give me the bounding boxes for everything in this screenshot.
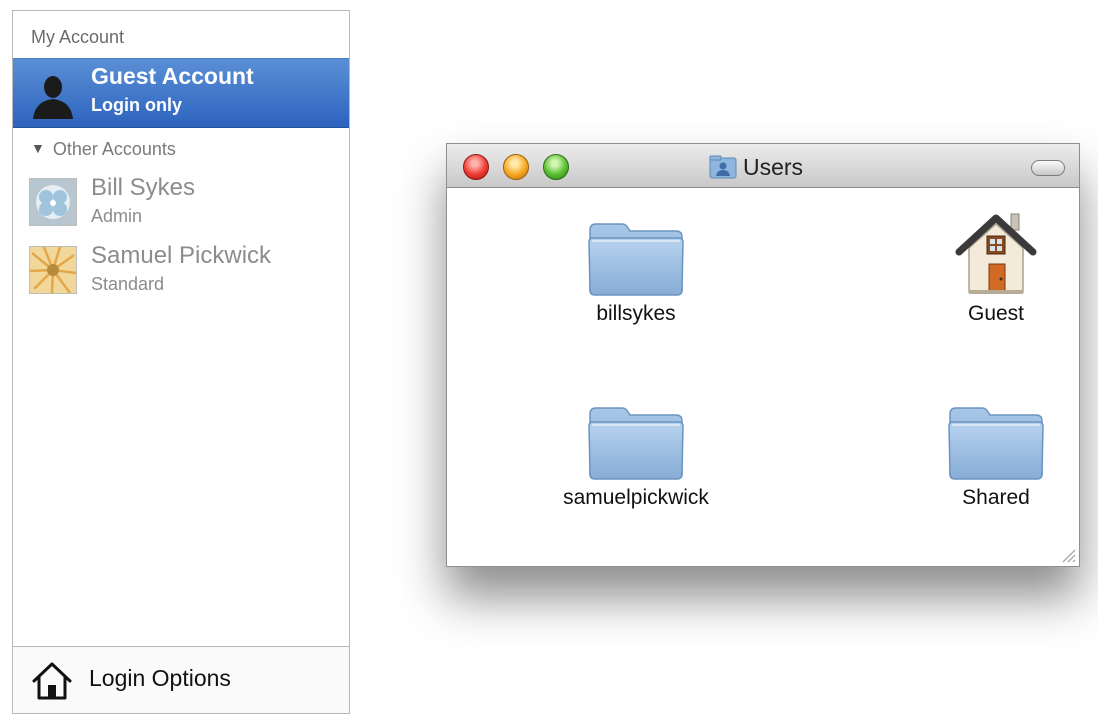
close-button[interactable] [463, 154, 489, 180]
account-name: Samuel Pickwick [91, 242, 272, 269]
my-account-header: My Account [31, 27, 125, 47]
account-name: Bill Sykes [91, 174, 196, 201]
item-label: billsykes [596, 302, 676, 325]
folder-item-shared[interactable]: Shared [896, 400, 1096, 510]
account-role: Login only [91, 95, 182, 115]
resize-grip-icon[interactable] [1058, 545, 1076, 563]
account-role: Admin [91, 206, 143, 226]
item-label: Guest [967, 302, 1025, 325]
login-options-label: Login Options [89, 665, 231, 691]
folder-icon [586, 400, 686, 480]
folder-icon [586, 216, 686, 296]
account-row-guest[interactable]: Guest Account Login only [13, 58, 349, 128]
snowflake-avatar-icon [30, 179, 76, 225]
folder-icon [946, 400, 1046, 480]
accounts-panel: My Account Guest Account Login only ▼ Oth… [12, 10, 350, 714]
account-row-samuel-pickwick[interactable]: Samuel Pickwick Standard [13, 242, 349, 306]
minimize-button[interactable] [503, 154, 529, 180]
avatar [29, 246, 77, 294]
folder-item-billsykes[interactable]: billsykes [536, 216, 736, 326]
item-label: Shared [962, 486, 1030, 509]
account-role: Standard [91, 274, 165, 294]
item-label: samuelpickwick [563, 486, 709, 509]
other-accounts-header[interactable]: ▼ Other Accounts [31, 139, 176, 160]
login-options-button[interactable]: Login Options [13, 646, 349, 713]
flower-avatar-icon [30, 247, 76, 293]
folder-item-guest[interactable]: Guest [896, 206, 1096, 326]
account-name: Guest Account [91, 63, 254, 89]
users-folder-icon [709, 155, 737, 179]
house-icon [32, 662, 72, 700]
account-row-bill-sykes[interactable]: Bill Sykes Admin [13, 174, 349, 238]
folder-item-samuelpickwick[interactable]: samuelpickwick [536, 400, 736, 510]
avatar [29, 178, 77, 226]
zoom-button[interactable] [543, 154, 569, 180]
home-icon [955, 213, 1037, 294]
window-title-text: Users [743, 153, 804, 180]
title-bar[interactable]: Users [447, 144, 1079, 188]
window-title: Users [709, 153, 803, 181]
group-label: Other Accounts [52, 139, 176, 159]
finder-window: Users billsykes Guest samuelpickwick Sha… [446, 143, 1080, 567]
toolbar-toggle-button[interactable] [1031, 160, 1065, 176]
disclosure-triangle-icon[interactable]: ▼ [31, 140, 45, 156]
user-silhouette-icon [33, 76, 73, 119]
